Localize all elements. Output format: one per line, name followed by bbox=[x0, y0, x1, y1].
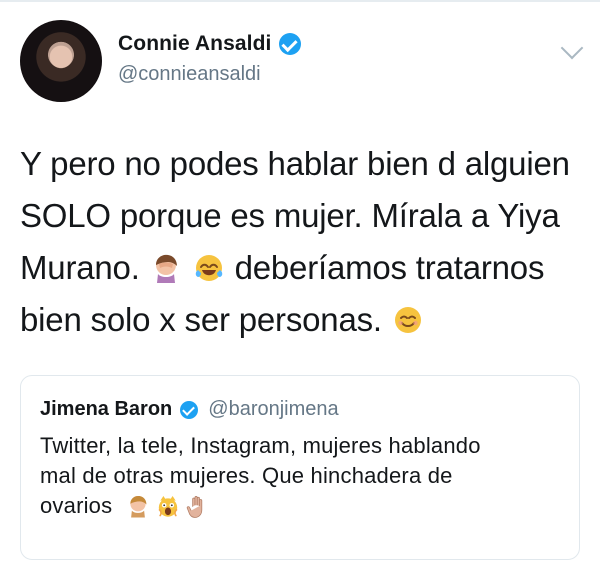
tweet-text-line-4a: bien solo x ser personas. bbox=[20, 301, 382, 338]
tweet-text-line-3a: Murano. bbox=[20, 249, 140, 286]
quoted-text-line-3a: ovarios bbox=[40, 493, 113, 518]
tears-of-joy-icon bbox=[192, 251, 226, 285]
tweet-text: Y pero no podes hablar bien d alguien SO… bbox=[20, 138, 585, 346]
quoted-tweet-card[interactable]: Jimena Baron @baronjimena Twitter, la te… bbox=[20, 375, 580, 560]
quoted-author-display-name[interactable]: Jimena Baron bbox=[40, 398, 172, 421]
top-divider bbox=[0, 0, 600, 2]
tweet-text-line-1: Y pero no podes hablar bien d alguien bbox=[20, 145, 570, 182]
quoted-tweet-header: Jimena Baron @baronjimena bbox=[40, 398, 339, 421]
tweet-text-line-2: SOLO porque es mujer. Mírala a Yiya bbox=[20, 197, 560, 234]
quoted-emojis bbox=[125, 493, 211, 519]
facepalm-icon bbox=[149, 251, 183, 285]
author-name-row: Connie Ansaldi bbox=[118, 32, 302, 56]
quoted-text-line-2: mal de otras mujeres. Que hinchadera de bbox=[40, 463, 453, 488]
quoted-verified-badge-icon bbox=[180, 400, 199, 419]
chevron-down-icon[interactable] bbox=[560, 36, 584, 60]
quoted-author-handle[interactable]: @baronjimena bbox=[208, 398, 338, 421]
author-display-name[interactable]: Connie Ansaldi bbox=[118, 32, 271, 56]
facepalm-icon bbox=[125, 493, 151, 519]
tweet-text-line-3b: deberíamos tratarnos bbox=[234, 249, 545, 286]
verified-badge-icon bbox=[279, 33, 302, 55]
quoted-text-line-1: Twitter, la tele, Instagram, mujeres hab… bbox=[40, 433, 481, 458]
tweet-header: Connie Ansaldi @connieansaldi bbox=[20, 20, 590, 110]
quoted-tweet-text: Twitter, la tele, Instagram, mujeres hab… bbox=[40, 431, 560, 521]
avatar[interactable] bbox=[20, 20, 102, 102]
smiling-face-icon bbox=[391, 303, 425, 337]
screaming-cat-icon bbox=[155, 493, 181, 519]
tweet-text-line-4: bien solo x ser personas. bbox=[20, 294, 585, 346]
quoted-text-line-3: ovarios bbox=[40, 491, 560, 521]
raised-hand-icon bbox=[185, 493, 211, 519]
author-handle[interactable]: @connieansaldi bbox=[118, 63, 261, 86]
tweet-text-line-3: Murano. deberíamos tratarnos bbox=[20, 242, 585, 294]
